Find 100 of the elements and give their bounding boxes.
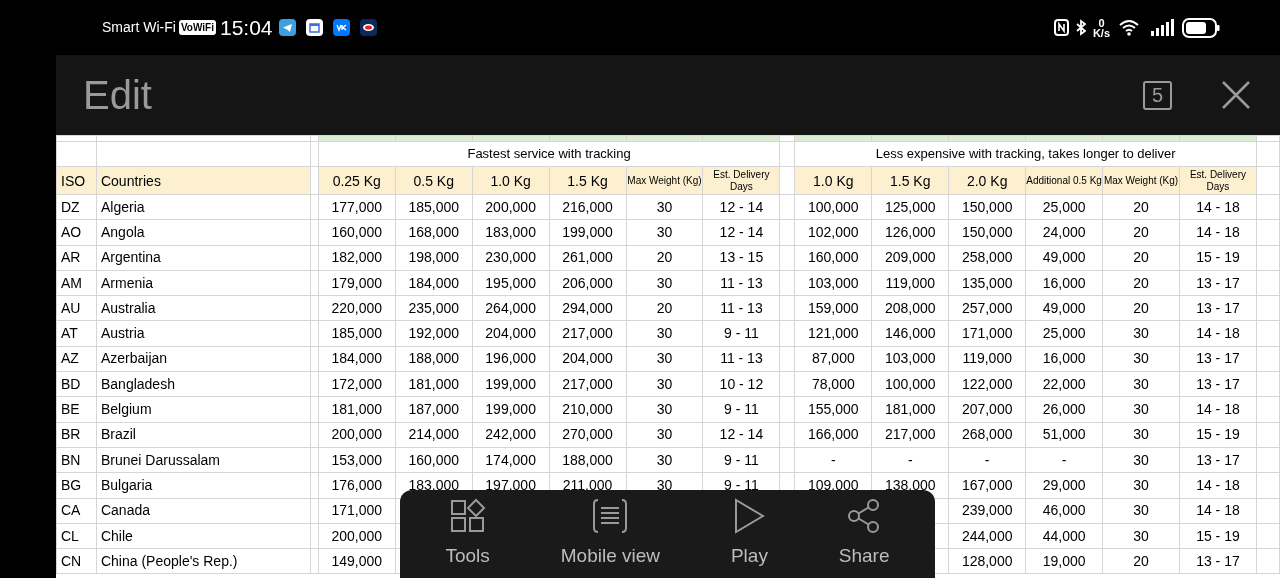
table-cell: 15 - 19 [1196, 527, 1240, 544]
table-cell: 160,000 [408, 451, 459, 468]
table-cell: 150,000 [961, 198, 1013, 215]
table-cell: 13 - 17 [1196, 299, 1240, 316]
table-cell: 20 [1133, 274, 1149, 291]
sports-app-icon [359, 19, 377, 36]
table-cell: 29,000 [1042, 476, 1086, 493]
table-cell: 160,000 [808, 249, 859, 266]
tab-count-button[interactable]: 5 [1143, 80, 1172, 110]
table-cell: 207,000 [961, 401, 1013, 417]
column-header: 0.25 Kg [332, 172, 381, 189]
table-cell: 217,000 [562, 325, 613, 342]
table-cell: AZ [61, 350, 79, 367]
table-cell: 78,000 [811, 375, 855, 392]
table-cell: 195,000 [485, 274, 536, 291]
table-cell: 122,000 [961, 375, 1013, 392]
table-cell: 242,000 [485, 426, 536, 443]
table-cell: 30 [656, 401, 673, 417]
table-cell: 20 [1133, 249, 1149, 266]
column-header: 2.0 Kg [966, 172, 1008, 189]
table-cell: 13 - 17 [1196, 274, 1240, 291]
table-cell: 244,000 [961, 527, 1013, 544]
close-icon[interactable] [1222, 81, 1250, 109]
table-cell: 12 - 14 [719, 223, 764, 240]
table-cell: 214,000 [408, 426, 459, 443]
table-cell: 25,000 [1042, 198, 1086, 215]
toolbar-button[interactable]: Mobile view [556, 497, 664, 571]
table-cell: - [830, 451, 836, 468]
table-cell: 11 - 13 [720, 350, 763, 367]
table-cell: Bulgaria [100, 476, 153, 493]
table-cell: 264,000 [485, 299, 536, 316]
grid-shapes-icon [449, 497, 486, 534]
table-cell: 217,000 [562, 375, 613, 392]
table-cell: 30 [1133, 350, 1149, 367]
table-cell: 12 - 14 [719, 426, 764, 443]
table-cell: 46,000 [1042, 502, 1086, 519]
table-cell: 146,000 [884, 325, 936, 342]
table-cell: 30 [1133, 401, 1149, 417]
table-cell: 16,000 [1042, 350, 1086, 367]
table-cell: 9 - 11 [724, 451, 759, 468]
column-header: 0.5 Kg [413, 172, 454, 189]
table-cell: 257,000 [961, 299, 1013, 316]
table-cell: AM [61, 274, 82, 291]
table-cell: 14 - 18 [1196, 223, 1240, 240]
table-cell: 216,000 [562, 198, 613, 215]
table-cell: CA [61, 502, 81, 519]
table-cell: Angola [100, 223, 145, 240]
table-cell: 182,000 [331, 249, 383, 266]
table-cell: 199,000 [485, 401, 536, 417]
table-cell: 200,000 [331, 426, 383, 443]
table-cell: 25,000 [1042, 325, 1086, 342]
table-cell: 181,000 [884, 401, 936, 417]
table-cell: 15 - 19 [1196, 249, 1240, 266]
table-cell: 270,000 [562, 426, 613, 443]
toolbar-button[interactable]: Share [834, 497, 894, 571]
table-cell: 126,000 [884, 223, 936, 240]
table-cell: 204,000 [485, 325, 536, 342]
table-cell: 19,000 [1042, 552, 1086, 569]
table-cell: 13 - 15 [719, 249, 764, 266]
table-cell: 13 - 17 [1196, 375, 1240, 392]
table-cell: 166,000 [808, 426, 859, 443]
table-cell: 20 [1133, 552, 1149, 569]
table-cell: 294,000 [562, 299, 613, 316]
table-cell: 103,000 [884, 350, 936, 367]
table-cell: 100,000 [808, 198, 859, 215]
table-cell: 14 - 18 [1196, 401, 1240, 417]
table-cell: 135,000 [961, 274, 1013, 291]
table-cell: 30 [1133, 451, 1149, 468]
toolbar-button[interactable]: Play [726, 497, 772, 571]
table-cell: 30 [656, 476, 673, 493]
table-cell: AR [61, 249, 81, 266]
table-cell: 184,000 [331, 350, 383, 367]
table-cell: - [984, 451, 990, 468]
table-cell: 184,000 [408, 274, 459, 291]
table-cell: 30 [1133, 502, 1149, 519]
table-cell: 102,000 [808, 223, 859, 240]
table-cell: 103,000 [808, 274, 859, 291]
table-cell: 14 - 18 [1196, 198, 1240, 215]
table-cell: 230,000 [485, 249, 536, 266]
table-cell: 14 - 18 [1196, 502, 1240, 519]
play-icon [733, 497, 766, 534]
table-cell: BN [61, 451, 81, 468]
table-cell: 181,000 [331, 401, 383, 417]
table-cell: 15 - 19 [1196, 426, 1240, 443]
table-cell: - [1061, 451, 1067, 468]
table-cell: Algeria [100, 198, 145, 215]
table-cell: 188,000 [562, 451, 613, 468]
table-cell: BD [61, 375, 81, 392]
table-cell: 171,000 [331, 502, 383, 519]
column-header: 1.0 Kg [490, 172, 531, 189]
table-cell: 185,000 [331, 325, 383, 342]
table-cell: Belgium [100, 401, 152, 417]
table-cell: CL [61, 527, 79, 544]
table-cell: 16,000 [1042, 274, 1086, 291]
table-cell: Bangladesh [100, 375, 175, 392]
column-header: Max Weight (Kg) [1103, 174, 1179, 186]
toolbar-button[interactable]: Tools [441, 497, 494, 571]
table-cell: 200,000 [485, 198, 536, 215]
table-cell: 153,000 [331, 451, 383, 468]
table-cell: 261,000 [562, 249, 613, 266]
